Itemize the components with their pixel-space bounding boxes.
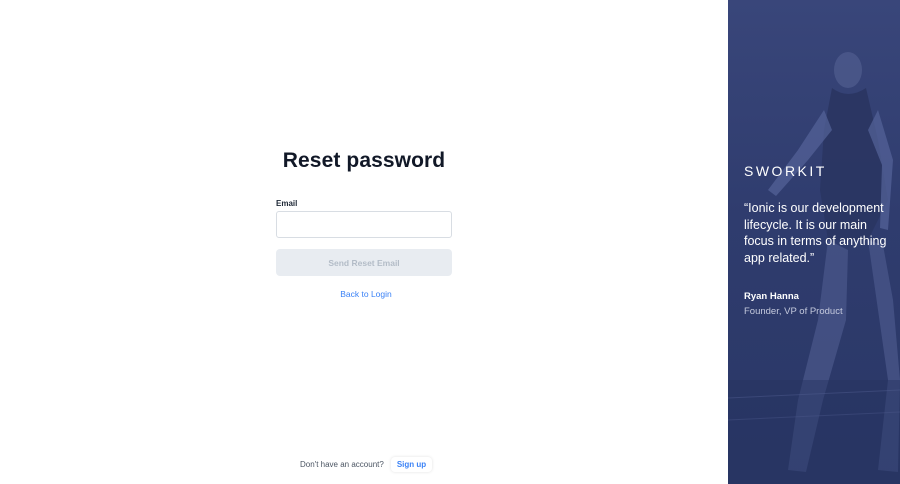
sworkit-logo: SWORKIT (744, 163, 827, 179)
reset-form-panel: Reset password Email Send Reset Email Ba… (0, 0, 728, 484)
signup-prompt: Don't have an account? (300, 460, 384, 469)
email-field[interactable] (276, 211, 452, 238)
email-label: Email (276, 199, 298, 208)
signup-row: Don't have an account? Sign up (300, 457, 433, 472)
page-title: Reset password (282, 149, 446, 172)
sign-up-button[interactable]: Sign up (390, 457, 433, 472)
testimonial-author-role: Founder, VP of Product (744, 306, 843, 317)
testimonial-author-name: Ryan Hanna (744, 291, 799, 302)
testimonial-quote: “Ionic is our development lifecycle. It … (744, 201, 887, 265)
back-to-login-link[interactable]: Back to Login (0, 289, 732, 299)
testimonial-panel: SWORKIT “Ionic is our development lifecy… (728, 0, 900, 484)
send-reset-email-button[interactable]: Send Reset Email (276, 249, 452, 276)
